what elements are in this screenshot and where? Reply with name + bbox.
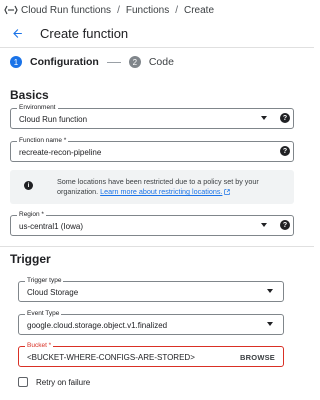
breadcrumb: Cloud Run functions / Functions / Create <box>0 0 314 20</box>
function-name-label: Function name * <box>17 137 69 145</box>
step-number: 1 <box>10 56 22 68</box>
environment-select[interactable]: Environment Cloud Run function <box>10 104 294 129</box>
region-select[interactable]: Region * us-central1 (Iowa) <box>10 211 294 236</box>
step-label: Configuration <box>30 56 99 68</box>
external-link-icon <box>224 189 231 195</box>
dropdown-arrow-icon <box>261 116 267 120</box>
event-type-label: Event Type <box>25 310 62 318</box>
function-name-value: recreate-recon-pipeline <box>19 148 102 157</box>
bucket-field[interactable]: Bucket * <BUCKET-WHERE-CONFIGS-ARE-STORE… <box>18 342 284 367</box>
environment-help-icon[interactable]: ? <box>280 113 290 123</box>
bucket-label: Bucket * <box>25 342 54 350</box>
page-header: Create function <box>0 20 314 48</box>
breadcrumb-cloud-run-functions[interactable]: Cloud Run functions <box>21 5 111 16</box>
retry-on-failure-checkbox[interactable] <box>18 377 28 387</box>
basics-section-title: Basics <box>10 88 49 102</box>
breadcrumb-separator: / <box>117 4 120 16</box>
step-code[interactable]: 2 Code <box>128 56 174 68</box>
event-type-value: google.cloud.storage.object.v1.finalized <box>27 321 168 330</box>
step-number: 2 <box>128 56 141 68</box>
environment-value: Cloud Run function <box>19 115 88 124</box>
breadcrumb-create: Create <box>183 4 214 16</box>
dropdown-arrow-icon <box>261 223 267 227</box>
browse-button[interactable]: BROWSE <box>240 353 275 362</box>
trigger-section-title: Trigger <box>10 252 51 266</box>
trigger-type-value: Cloud Storage <box>27 288 79 297</box>
step-configuration[interactable]: 1 Configuration <box>10 56 99 68</box>
retry-on-failure-label: Retry on failure <box>36 377 91 387</box>
step-connector <box>106 61 121 63</box>
trigger-type-label: Trigger type <box>25 277 64 285</box>
dropdown-arrow-icon <box>267 289 273 293</box>
region-help-icon[interactable]: ? <box>280 220 290 230</box>
environment-label: Environment <box>17 104 58 112</box>
step-label: Code <box>148 56 174 68</box>
policy-notice: i Some locations have been restricted du… <box>10 170 294 204</box>
back-arrow-icon[interactable] <box>6 23 28 45</box>
section-divider <box>0 246 314 247</box>
retry-on-failure-row: Retry on failure <box>18 377 90 387</box>
region-value: us-central1 (Iowa) <box>19 222 84 231</box>
event-type-select[interactable]: Event Type google.cloud.storage.object.v… <box>18 310 284 335</box>
cloud-run-functions-logo-icon <box>4 5 18 15</box>
function-name-help-icon[interactable]: ? <box>280 146 290 156</box>
function-name-field[interactable]: Function name * recreate-recon-pipeline <box>10 137 294 162</box>
info-icon: i <box>24 181 33 190</box>
page-title: Create function <box>40 26 129 41</box>
bucket-value: <BUCKET-WHERE-CONFIGS-ARE-STORED> <box>27 353 195 362</box>
breadcrumb-separator: / <box>175 4 178 16</box>
dropdown-arrow-icon <box>267 322 273 326</box>
stepper: 1 Configuration 2 Code <box>0 50 314 74</box>
region-label: Region * <box>17 211 46 219</box>
breadcrumb-functions[interactable]: Functions <box>126 5 169 16</box>
learn-more-link[interactable]: Learn more about restricting locations. <box>100 187 222 196</box>
trigger-type-select[interactable]: Trigger type Cloud Storage <box>18 277 284 302</box>
